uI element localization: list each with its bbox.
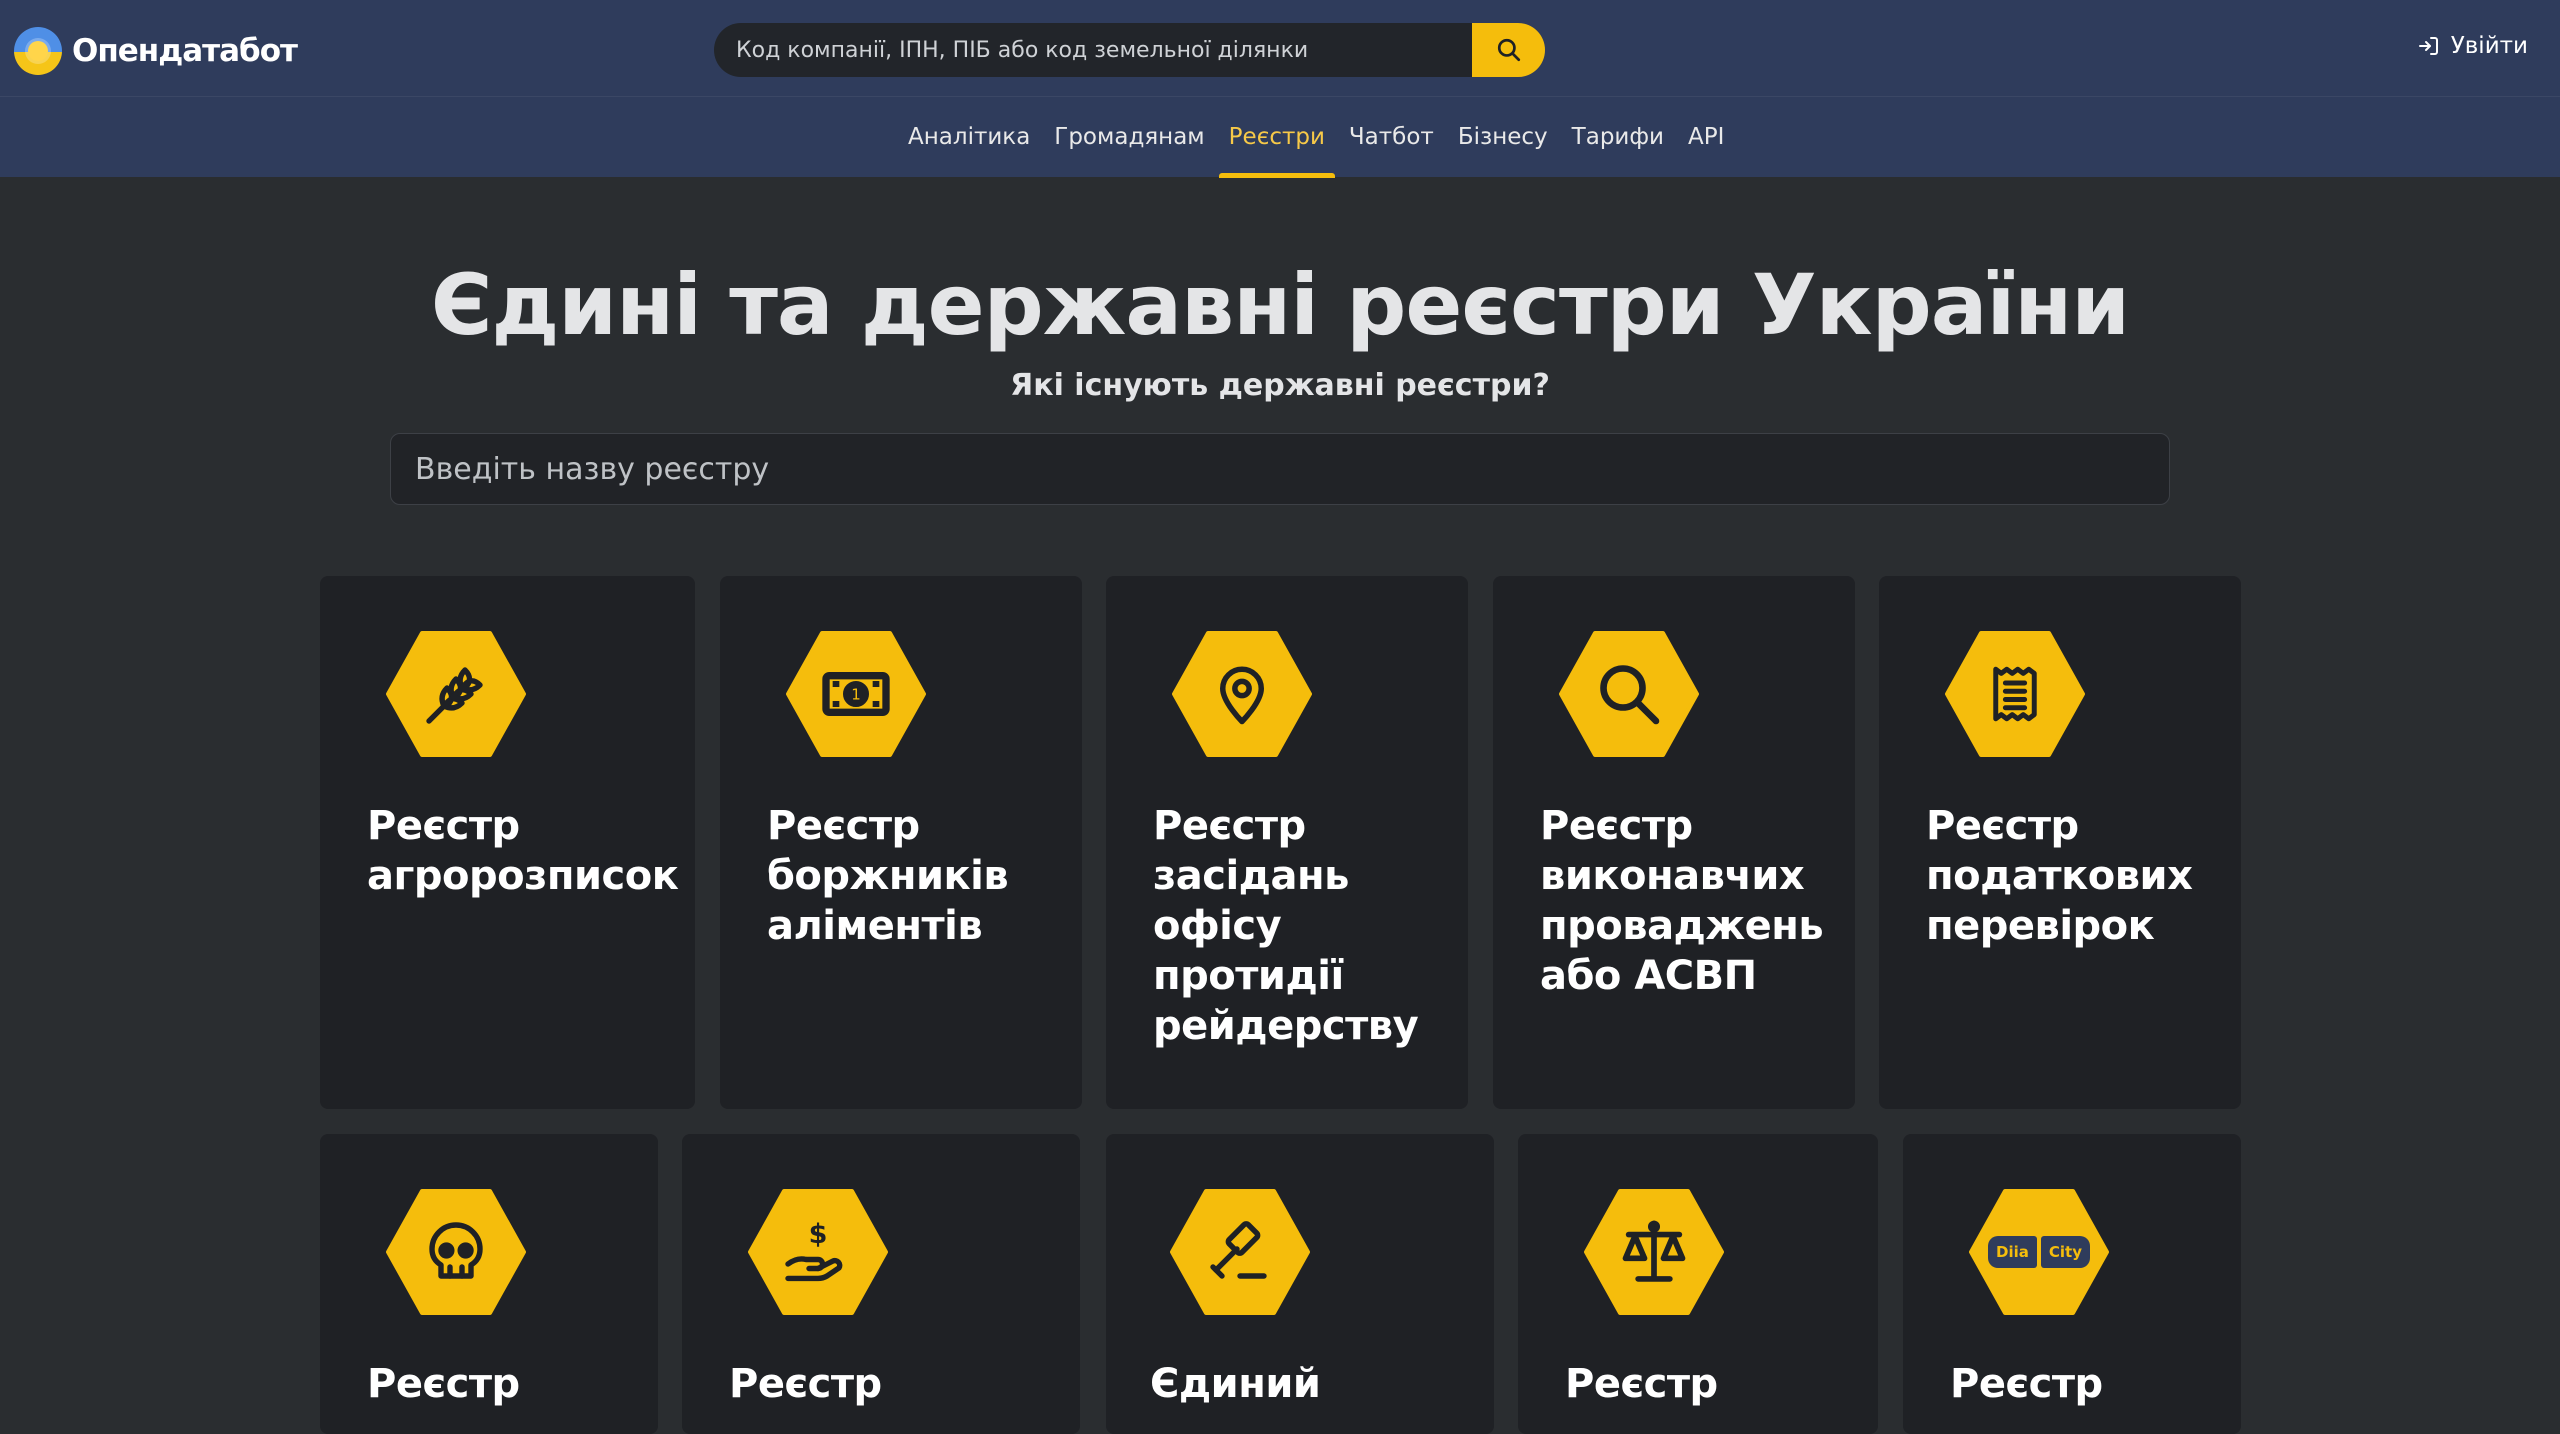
diia-city-left: Diia	[1988, 1236, 2037, 1268]
card-icon-badge	[386, 631, 526, 757]
wheat-icon	[426, 667, 483, 724]
nav-item-pricing[interactable]: Тарифи	[1560, 97, 1676, 178]
card-title: Реєстр податкових перевірок	[1926, 803, 2193, 949]
login-label: Увійти	[2450, 33, 2528, 59]
card-title: Єдиний	[1150, 1361, 1321, 1407]
nav-item-chatbot[interactable]: Чатбот	[1337, 97, 1446, 178]
card-icon-badge	[1584, 1189, 1724, 1315]
logo-icon	[14, 27, 62, 75]
svg-text:$: $	[809, 1219, 828, 1250]
card-title: Реєстр боржників аліментів	[767, 803, 1009, 949]
card-icon-badge	[1945, 631, 2085, 757]
card-icon-badge: 1	[786, 631, 926, 757]
card-icon-badge	[386, 1189, 526, 1315]
top-bar: Опендатабот Увійти	[0, 0, 2560, 96]
company-search	[714, 23, 1545, 77]
card-title: Реєстр	[367, 1361, 520, 1407]
company-search-input[interactable]	[714, 23, 1472, 77]
login-icon	[2418, 37, 2438, 55]
diia-city-icon: Diia City	[1969, 1189, 2109, 1315]
registry-card-deceased[interactable]: Реєстр	[320, 1134, 658, 1434]
card-title: Реєстр виконавчих проваджень або АСВП	[1540, 803, 1824, 999]
scales-icon	[1622, 1220, 1686, 1282]
main-nav: Аналітика Громадянам Реєстри Чатбот Бізн…	[0, 96, 2560, 178]
card-icon-badge: Diia City	[1969, 1189, 2109, 1315]
search-icon	[1497, 38, 1520, 62]
nav-item-registries[interactable]: Реєстри	[1217, 97, 1337, 178]
card-icon-badge: $	[748, 1189, 888, 1315]
card-title: Реєстр агророзписок	[367, 803, 679, 899]
registry-card-raiding[interactable]: Реєстр засідань офісу протидії рейдерств…	[1106, 576, 1468, 1109]
nav-item-analytics[interactable]: Аналітика	[896, 97, 1042, 178]
diia-city-right: City	[2040, 1236, 2090, 1268]
hand-dollar-icon: $	[785, 1219, 843, 1282]
card-icon-badge	[1172, 631, 1312, 757]
nav-item-business[interactable]: Бізнесу	[1446, 97, 1560, 178]
page-subtitle: Які існують державні реєстри?	[1010, 368, 1550, 403]
map-pin-icon	[1220, 666, 1264, 725]
nav-item-citizens[interactable]: Громадянам	[1042, 97, 1216, 178]
site-header: Опендатабот Увійти Аналітика Громадянам	[0, 0, 2560, 178]
search-button[interactable]	[1472, 23, 1545, 77]
registry-search-input[interactable]	[390, 433, 2170, 505]
card-icon-badge	[1559, 631, 1699, 757]
registry-card-agro[interactable]: Реєстр агророзписок	[320, 576, 695, 1109]
skull-icon	[429, 1222, 483, 1279]
card-icon-badge	[1170, 1189, 1310, 1315]
logo[interactable]: Опендатабот	[14, 27, 298, 75]
svg-text:1: 1	[851, 685, 861, 703]
registry-card-diia-city[interactable]: Diia City Реєстр	[1903, 1134, 2241, 1434]
logo-text: Опендатабот	[72, 33, 298, 69]
card-title: Реєстр засідань офісу протидії рейдерств…	[1153, 803, 1419, 1049]
registry-card-finance[interactable]: $ Реєстр	[682, 1134, 1080, 1434]
card-title: Реєстр	[1565, 1361, 1718, 1407]
card-title: Реєстр	[729, 1361, 882, 1407]
registry-card-tax-audits[interactable]: Реєстр податкових перевірок	[1879, 576, 2241, 1109]
registry-card-alimony[interactable]: 1 Реєстр боржників аліментів	[720, 576, 1082, 1109]
login-button[interactable]: Увійти	[2417, 33, 2528, 59]
card-title: Реєстр	[1950, 1361, 2103, 1407]
receipt-icon	[1993, 666, 2037, 722]
gavel-icon	[1210, 1221, 1267, 1279]
search-icon	[1600, 665, 1660, 725]
registry-card-court[interactable]: Єдиний	[1106, 1134, 1494, 1434]
registry-card-enforcement[interactable]: Реєстр виконавчих проваджень або АСВП	[1493, 576, 1855, 1109]
registry-card-justice[interactable]: Реєстр	[1518, 1134, 1878, 1434]
page-title: Єдині та державні реєстри України	[430, 256, 2130, 354]
nav-item-api[interactable]: API	[1676, 97, 1736, 178]
banknote-icon: 1	[822, 672, 890, 716]
